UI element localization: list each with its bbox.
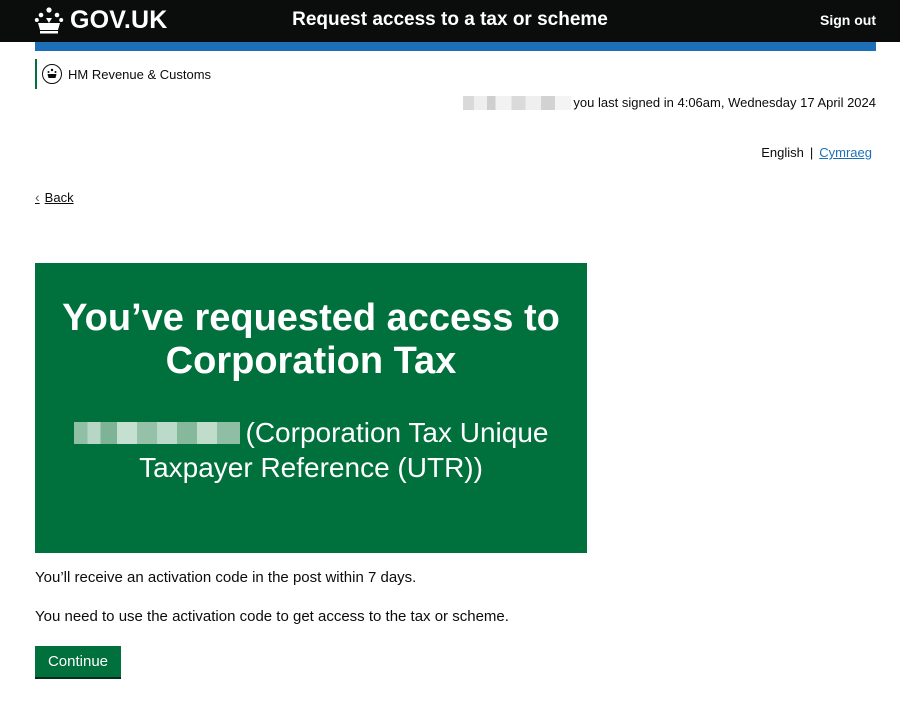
govuk-header: GOV.UK Request access to a tax or scheme… bbox=[0, 0, 900, 42]
back-link-label: Back bbox=[44, 189, 74, 205]
language-cymraeg-link[interactable]: Cymraeg bbox=[819, 145, 872, 160]
organisation-banner: HM Revenue & Customs bbox=[35, 59, 211, 89]
crest-icon bbox=[42, 64, 62, 84]
sign-out-link[interactable]: Sign out bbox=[820, 12, 876, 28]
activation-code-info: You’ll receive an activation code in the… bbox=[35, 569, 417, 586]
back-link[interactable]: ‹ Back bbox=[35, 189, 74, 205]
redacted-user-name bbox=[463, 95, 572, 110]
continue-button[interactable]: Continue bbox=[35, 646, 121, 677]
service-name-link[interactable]: Request access to a tax or scheme bbox=[0, 9, 900, 31]
organisation-name: HM Revenue & Customs bbox=[68, 66, 212, 82]
chevron-left-icon: ‹ bbox=[35, 189, 40, 205]
language-current: English bbox=[761, 145, 804, 160]
language-separator: | bbox=[809, 145, 814, 160]
last-signed-in: you last signed in 4:06am, Wednesday 17 … bbox=[463, 95, 876, 110]
last-signed-in-text: you last signed in 4:06am, Wednesday 17 … bbox=[573, 95, 876, 110]
confirmation-panel: You’ve requested access to Corporation T… bbox=[35, 263, 587, 553]
header-blue-bar bbox=[35, 42, 876, 51]
redacted-utr bbox=[73, 422, 240, 444]
language-switcher: English | Cymraeg bbox=[761, 145, 872, 160]
panel-body: (Corporation Tax Unique Taxpayer Referen… bbox=[35, 415, 587, 485]
panel-title: You’ve requested access to Corporation T… bbox=[62, 297, 560, 382]
activation-code-usage: You need to use the activation code to g… bbox=[35, 608, 509, 625]
